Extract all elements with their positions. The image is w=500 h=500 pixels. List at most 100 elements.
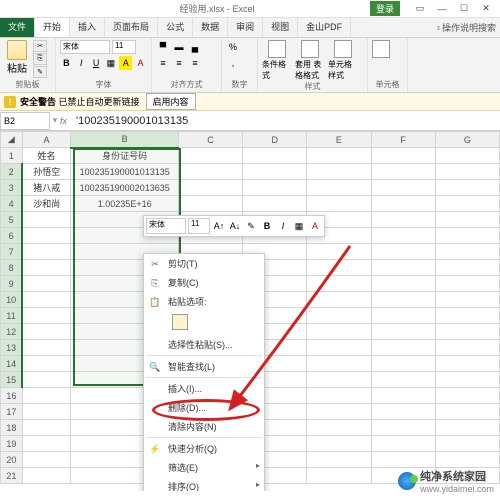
ctx-sort[interactable]: 排序(O)▸ xyxy=(144,477,264,491)
row-header[interactable]: 20 xyxy=(1,452,23,468)
row-header[interactable]: 11 xyxy=(1,308,23,324)
row-header[interactable]: 19 xyxy=(1,436,23,452)
ctx-copy[interactable]: ⎘复制(C) xyxy=(144,273,264,292)
cell[interactable]: 100235190002013635 xyxy=(71,180,178,196)
col-header-E[interactable]: E xyxy=(307,132,371,148)
ctx-paste-special[interactable]: 选择性粘贴(S)... xyxy=(144,335,264,354)
col-header-B[interactable]: B xyxy=(71,132,178,148)
paste-button[interactable]: 粘贴 xyxy=(4,40,30,75)
underline-button[interactable]: U xyxy=(90,56,103,70)
cut-icon[interactable]: ✂ xyxy=(33,40,47,52)
close-icon[interactable]: ✕ xyxy=(476,2,496,16)
align-left-button[interactable]: ≡ xyxy=(156,56,170,70)
col-header-G[interactable]: G xyxy=(435,132,499,148)
ctx-clear[interactable]: 清除内容(N) xyxy=(144,417,264,436)
tab-home[interactable]: 开始 xyxy=(35,18,70,37)
mini-toolbar[interactable]: 宋体 11 A↑ A↓ ✎ B I ▦ A xyxy=(143,215,325,237)
row-header[interactable]: 3 xyxy=(1,180,23,196)
minimize-icon[interactable]: — xyxy=(432,2,452,16)
font-size-select[interactable]: 11 xyxy=(112,40,136,54)
cell[interactable]: 沙和尚 xyxy=(22,196,71,212)
cell-style-button[interactable]: 单元格样式 xyxy=(328,40,358,81)
mini-increase-font-icon[interactable]: A↑ xyxy=(212,219,226,233)
ctx-filter[interactable]: 筛选(E)▸ xyxy=(144,458,264,477)
row-header[interactable]: 18 xyxy=(1,420,23,436)
col-header-A[interactable]: A xyxy=(22,132,71,148)
row-header[interactable]: 1 xyxy=(1,148,23,164)
cells-icon[interactable] xyxy=(372,40,390,58)
fx-icon[interactable]: fx xyxy=(60,116,74,126)
mini-italic-button[interactable]: I xyxy=(276,219,290,233)
ctx-smart-lookup[interactable]: 🔍智能查找(L) xyxy=(144,357,264,376)
col-header-F[interactable]: F xyxy=(371,132,435,148)
ctx-cut[interactable]: ✂剪切(T) xyxy=(144,254,264,273)
font-color-button[interactable]: A xyxy=(134,56,147,70)
italic-button[interactable]: I xyxy=(75,56,88,70)
cell[interactable]: 孙悟空 xyxy=(22,164,71,180)
tab-pdf[interactable]: 金山PDF xyxy=(298,18,351,37)
cell[interactable]: 身份证号码 xyxy=(71,148,178,164)
align-right-button[interactable]: ≡ xyxy=(188,56,202,70)
ctx-paste-btn[interactable] xyxy=(144,311,264,335)
cell[interactable]: 猪八戒 xyxy=(22,180,71,196)
mini-font-color-button[interactable]: A xyxy=(308,219,322,233)
row-header[interactable]: 8 xyxy=(1,260,23,276)
maximize-icon[interactable]: ☐ xyxy=(454,2,474,16)
format-painter-icon[interactable]: ✎ xyxy=(33,66,47,78)
row-header[interactable]: 2 xyxy=(1,164,23,180)
worksheet-area[interactable]: ◢ A B C D E F G 1姓名身份证号码 2孙悟空10023519000… xyxy=(0,131,500,491)
mini-format-painter-icon[interactable]: ✎ xyxy=(244,219,258,233)
row-header[interactable]: 4 xyxy=(1,196,23,212)
mini-decrease-font-icon[interactable]: A↓ xyxy=(228,219,242,233)
tab-review[interactable]: 审阅 xyxy=(228,18,263,37)
border-button[interactable]: ▦ xyxy=(104,56,117,70)
align-bottom-button[interactable]: ▄ xyxy=(188,40,202,54)
mini-border-button[interactable]: ▦ xyxy=(292,219,306,233)
tab-file[interactable]: 文件 xyxy=(0,18,35,37)
row-header[interactable]: 21 xyxy=(1,468,23,484)
cell[interactable]: 姓名 xyxy=(22,148,71,164)
comma-button[interactable]: , xyxy=(226,56,240,70)
ctx-delete[interactable]: 删除(D)... xyxy=(144,398,264,417)
row-header[interactable]: 17 xyxy=(1,404,23,420)
row-header[interactable]: 9 xyxy=(1,276,23,292)
mini-font-name[interactable]: 宋体 xyxy=(146,218,186,234)
row-header[interactable]: 14 xyxy=(1,356,23,372)
row-header[interactable]: 13 xyxy=(1,340,23,356)
align-top-button[interactable]: ▀ xyxy=(156,40,170,54)
row-header[interactable]: 12 xyxy=(1,324,23,340)
tab-layout[interactable]: 页面布局 xyxy=(105,18,158,37)
cell[interactable]: 100235190001013135 xyxy=(71,164,178,180)
row-header[interactable]: 10 xyxy=(1,292,23,308)
bold-button[interactable]: B xyxy=(60,56,73,70)
name-box-dropdown-icon[interactable]: ▾ xyxy=(50,115,60,126)
tab-formula[interactable]: 公式 xyxy=(158,18,193,37)
formula-input[interactable]: '100235190001013135 xyxy=(74,115,500,127)
select-all-corner[interactable]: ◢ xyxy=(1,132,23,148)
copy-icon[interactable]: ⎘ xyxy=(33,53,47,65)
align-middle-button[interactable]: ▬ xyxy=(172,40,186,54)
tab-view[interactable]: 视图 xyxy=(263,18,298,37)
row-header[interactable]: 6 xyxy=(1,228,23,244)
enable-content-button[interactable]: 启用内容 xyxy=(146,93,196,110)
align-center-button[interactable]: ≡ xyxy=(172,56,186,70)
mini-bold-button[interactable]: B xyxy=(260,219,274,233)
font-name-select[interactable]: 宋体 xyxy=(60,40,110,54)
col-header-D[interactable]: D xyxy=(243,132,307,148)
fill-color-button[interactable]: A xyxy=(119,56,132,70)
cell[interactable]: 1.00235E+16 xyxy=(71,196,178,212)
tell-me[interactable]: ♀ 操作说明搜索 xyxy=(435,18,500,37)
cond-format-button[interactable]: 条件格式 xyxy=(262,40,292,81)
ctx-quick-analysis[interactable]: ⚡快速分析(Q) xyxy=(144,439,264,458)
name-box[interactable]: B2 xyxy=(0,112,50,130)
row-header[interactable]: 5 xyxy=(1,212,23,228)
row-header[interactable]: 15 xyxy=(1,372,23,388)
percent-button[interactable]: % xyxy=(226,40,240,54)
tab-data[interactable]: 数据 xyxy=(193,18,228,37)
col-header-C[interactable]: C xyxy=(178,132,242,148)
mini-font-size[interactable]: 11 xyxy=(188,218,210,234)
ribbon-options-icon[interactable]: ▭ xyxy=(410,2,430,16)
login-button[interactable]: 登录 xyxy=(370,1,400,16)
row-header[interactable]: 16 xyxy=(1,388,23,404)
table-format-button[interactable]: 套用 表格格式 xyxy=(295,40,325,81)
